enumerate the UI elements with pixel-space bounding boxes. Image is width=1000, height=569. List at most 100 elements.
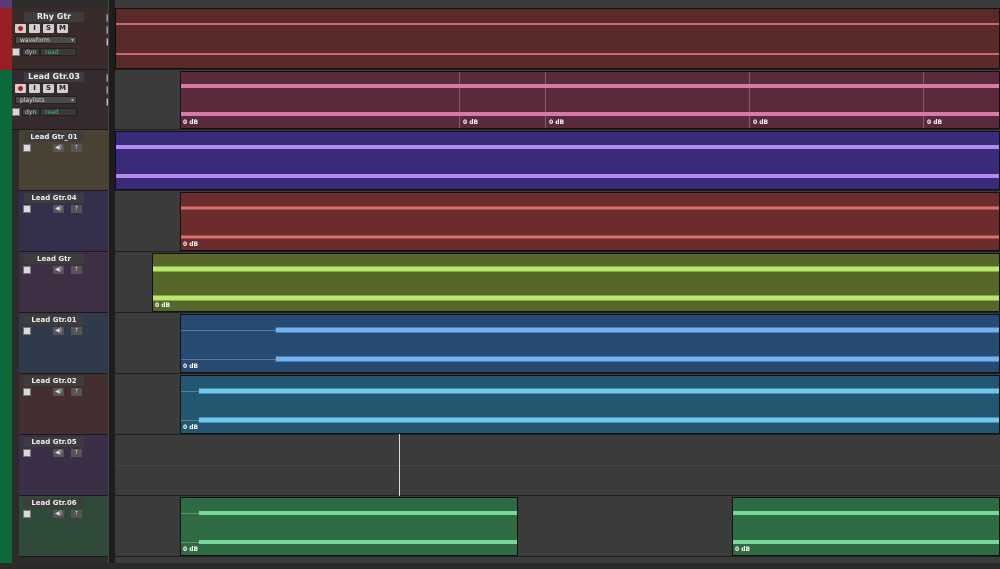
lane-header-lead-gtr-05: Lead Gtr.05 ◀) ↑ [19,435,108,496]
input-monitor-button[interactable]: I [29,84,40,93]
lane-lead-gtr[interactable]: 0 dB [115,252,1000,313]
lane-rhy-gtr[interactable] [115,8,1000,70]
record-button[interactable] [15,24,26,33]
clip-gain-label[interactable]: 0 dB [183,546,198,553]
waveform-top [733,511,999,515]
promote-arrow-icon[interactable]: ↑ [71,144,82,152]
automation-type[interactable]: dyn [22,108,40,116]
lane-lead-gtr-02[interactable]: 0 dB [115,374,1000,435]
lane-name[interactable]: Lead Gtr.05 [24,437,84,447]
lane-lead-gtr-03[interactable]: 0 dB 0 dB 0 dB 0 dB 0 dB [115,70,1000,130]
clip-gain-label[interactable]: 0 dB [183,363,198,370]
waveform-top [181,84,999,88]
record-button[interactable] [15,84,26,93]
waveform-top [198,511,517,515]
clip-gain-label[interactable]: 0 dB [735,546,750,553]
track-headers: Rhy Gtr I S M waveform ▾ dyn read Lead Gt… [12,0,114,569]
speaker-icon[interactable]: ◀) [53,327,64,335]
waveform-bottom [198,540,517,544]
lane-lead-gtr-05[interactable] [115,435,1000,496]
clip-gain-label[interactable]: 0 dB [463,119,478,126]
timeline-edit-area[interactable]: 0 dB 0 dB 0 dB 0 dB 0 dB 0 dB 0 dB 0 dB … [115,0,1000,569]
lane-gridline [115,465,1000,466]
clip-gain-label[interactable]: 0 dB [183,424,198,431]
promote-arrow-icon[interactable]: ↑ [71,266,82,274]
lane-lead-gtr-04[interactable]: 0 dB [115,191,1000,252]
solo-button[interactable]: S [43,24,54,33]
speaker-icon[interactable]: ◀) [53,144,64,152]
view-selector[interactable]: playlists ▾ [15,96,77,104]
waveform-top [153,266,999,272]
view-selector[interactable]: waveform ▾ [15,36,77,44]
audio-clip[interactable]: 0 dB [180,375,1000,434]
automation-type[interactable]: dyn [22,48,40,56]
clip-gain-label[interactable]: 0 dB [183,241,198,248]
automation-icon[interactable] [12,48,20,56]
clip-gain-label[interactable]: 0 dB [155,302,170,309]
audio-clip[interactable] [115,131,1000,190]
lane-select-icon[interactable] [23,449,31,457]
speaker-icon[interactable]: ◀) [53,388,64,396]
lane-lead-gtr-06[interactable]: 0 dB 0 dB [115,496,1000,557]
waveform-bottom [181,235,999,239]
lane-name[interactable]: Lead Gtr.01 [24,315,84,325]
mute-button[interactable]: M [57,24,68,33]
lane-header-lead-gtr: Lead Gtr ◀) ↑ [19,252,108,313]
track-name[interactable]: Lead Gtr.03 [24,72,84,82]
lane-select-icon[interactable] [23,510,31,518]
promote-arrow-icon[interactable]: ↑ [71,327,82,335]
lane-header-lead-gtr-04: Lead Gtr.04 ◀) ↑ [19,191,108,252]
solo-button[interactable]: S [43,84,54,93]
lane-name[interactable]: Lead Gtr.06 [24,498,84,508]
lane-header-lead-gtr-06: Lead Gtr.06 ◀) ↑ [19,496,108,557]
lane-name[interactable]: Lead Gtr [24,254,84,264]
audio-clip[interactable] [115,8,1000,69]
input-monitor-button[interactable]: I [29,24,40,33]
track-color-top [0,0,12,8]
lane-lead-gtr-01[interactable] [115,130,1000,191]
audio-clip[interactable]: 0 dB 0 dB 0 dB 0 dB 0 dB [180,71,1000,129]
track-color-strip [0,0,19,569]
promote-arrow-icon[interactable]: ↑ [71,510,82,518]
audio-clip[interactable]: 0 dB [180,314,1000,373]
automation-mode[interactable]: read [40,108,77,116]
clip-gain-label[interactable]: 0 dB [753,119,768,126]
lane-name[interactable]: Lead Gtr_01 [24,132,84,142]
chevron-down-icon: ▾ [70,97,74,104]
promote-arrow-icon[interactable]: ↑ [71,449,82,457]
automation-icon[interactable] [12,108,20,116]
promote-arrow-icon[interactable]: ↑ [71,388,82,396]
speaker-icon[interactable]: ◀) [53,205,64,213]
lane-select-icon[interactable] [23,144,31,152]
clip-gain-label[interactable]: 0 dB [183,119,198,126]
waveform-bottom [116,174,999,178]
waveform-bottom [198,417,999,423]
lane-lead-gtr-01b[interactable]: 0 dB [115,313,1000,374]
bottom-scrollbar[interactable] [0,563,1000,569]
track-name[interactable]: Rhy Gtr [24,12,84,22]
automation-mode[interactable]: read [40,48,77,56]
speaker-icon[interactable]: ◀) [53,510,64,518]
audio-clip[interactable]: 0 dB [732,497,1000,556]
audio-clip[interactable]: 0 dB [180,497,518,556]
promote-arrow-icon[interactable]: ↑ [71,205,82,213]
lane-select-icon[interactable] [23,266,31,274]
lane-name[interactable]: Lead Gtr.02 [24,376,84,386]
speaker-icon[interactable]: ◀) [53,266,64,274]
lane-name[interactable]: Lead Gtr.04 [24,193,84,203]
clip-gain-label[interactable]: 0 dB [927,119,942,126]
waveform-bottom [153,295,999,301]
lane-select-icon[interactable] [23,327,31,335]
header-timeline-divider[interactable] [108,0,115,569]
audio-clip[interactable]: 0 dB [180,192,1000,251]
lane-header-lead-gtr-01b: Lead Gtr.01 ◀) ↑ [19,313,108,374]
lane-select-icon[interactable] [23,388,31,396]
mute-button[interactable]: M [57,84,68,93]
playhead-cursor[interactable] [399,434,400,496]
audio-clip[interactable]: 0 dB [152,253,1000,312]
waveform-top [116,23,999,25]
speaker-icon[interactable]: ◀) [53,449,64,457]
lane-select-icon[interactable] [23,205,31,213]
view-value: playlists [20,97,45,104]
clip-gain-label[interactable]: 0 dB [549,119,564,126]
